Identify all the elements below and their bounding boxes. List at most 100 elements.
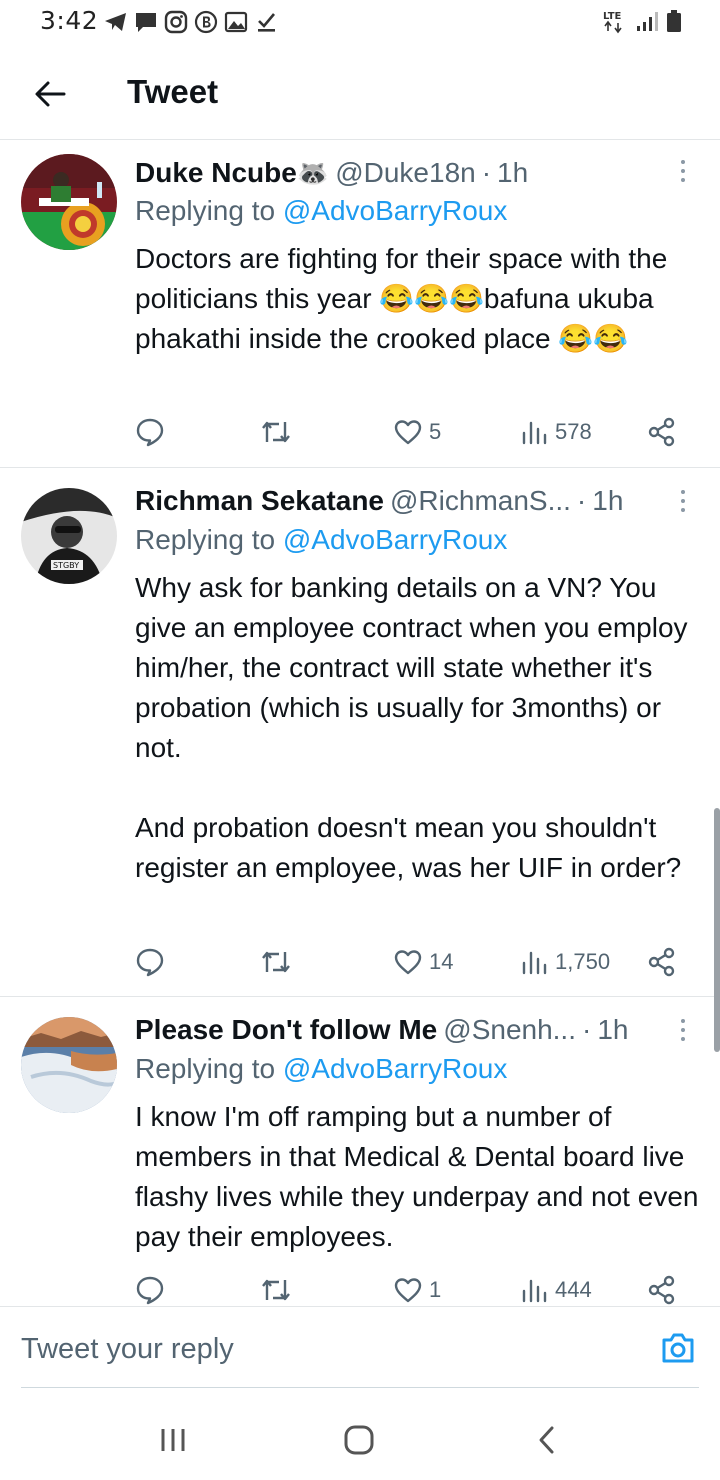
separator-dot: · [481,157,492,188]
download-done-icon [258,13,275,32]
views-button[interactable]: 444 [521,1270,592,1306]
view-count: 578 [555,419,592,444]
home-button[interactable] [339,1420,379,1460]
system-back-button[interactable] [527,1420,567,1460]
share-button[interactable] [647,412,677,452]
lte-icon: LTE [603,11,622,34]
replying-to-label: Replying to [135,524,283,555]
author-name[interactable]: Richman Sekatane [135,485,384,517]
system-indicators: LTE [602,8,682,34]
retweet-button[interactable] [259,1270,293,1306]
avatar[interactable] [21,1017,117,1113]
author-name[interactable]: Duke Ncube [135,157,297,189]
replying-to-label: Replying to [135,1053,283,1084]
more-button[interactable] [668,1015,698,1045]
separator-dot: · [576,485,587,516]
like-button[interactable]: 5 [393,412,441,452]
like-button[interactable]: 14 [393,942,453,982]
recent-apps-button[interactable] [153,1420,193,1460]
tweet-item[interactable]: Please Don't follow Me @Snenh... · 1h Re… [0,997,720,1306]
like-count: 5 [429,419,442,444]
retweet-button[interactable] [259,412,293,452]
reply-button[interactable] [135,1270,165,1306]
reply-composer [0,1306,720,1388]
tweet-time: 1h [597,1014,629,1045]
tweet-item[interactable]: Duke Ncube 🦝 @Duke18n · 1h Replying to @… [0,140,720,468]
author-handle[interactable]: @Duke18n [335,157,476,189]
system-nav-bar [0,1400,720,1480]
raccoon-emoji: 🦝 [296,157,330,188]
comment-icon [136,418,164,447]
page-title: Tweet [127,73,219,110]
back-arrow-icon [35,81,66,107]
replying-to: Replying to @AdvoBarryRoux [135,195,507,227]
author-handle[interactable]: @RichmanS... [390,485,571,517]
avatar[interactable]: STGBY [21,488,117,584]
input-underline [21,1387,699,1388]
avatar-image: STGBY [21,488,117,584]
camera-icon [662,1333,694,1363]
comment-icon [136,948,164,977]
back-button[interactable] [30,74,70,114]
tweet-time: 1h [497,157,529,188]
tweet-text: I know I'm off ramping but a number of m… [135,1101,707,1252]
tweet-actions: 1 444 [135,1270,680,1306]
author-handle[interactable]: @Snenh... [443,1014,576,1046]
avatar-image [21,1017,117,1113]
tweet-header: Richman Sekatane @RichmanS... · 1h [135,481,680,521]
reply-button[interactable] [135,412,165,452]
more-icon [681,160,685,164]
more-button[interactable] [668,486,698,516]
camera-button[interactable] [660,1331,696,1365]
home-icon [344,1425,374,1455]
retweet-button[interactable] [259,942,293,982]
tweet-actions: 5 578 [135,412,680,452]
views-button[interactable]: 1,750 [521,942,610,982]
retweet-icon [262,1279,290,1301]
mention-link[interactable]: @AdvoBarryRoux [283,524,508,555]
heart-icon [394,420,422,445]
mention-link[interactable]: @AdvoBarryRoux [283,1053,508,1084]
retweet-icon [262,421,290,443]
top-app-bar: Tweet [0,48,720,140]
views-icon [522,1279,547,1303]
reply-input[interactable] [21,1329,621,1369]
more-button[interactable] [668,156,698,186]
reply-button[interactable] [135,942,165,982]
chat-icon [136,13,156,32]
more-icon [681,1019,685,1023]
share-button[interactable] [647,942,677,982]
mention-link[interactable]: @AdvoBarryRoux [283,195,508,226]
avatar[interactable] [21,154,117,250]
replying-to-label: Replying to [135,195,283,226]
chevron-left-icon [539,1426,554,1454]
views-button[interactable]: 578 [521,412,592,452]
views-icon [522,951,547,975]
tweet-item[interactable]: STGBY Richman Sekatane @RichmanS... · 1h… [0,468,720,997]
b-badge-icon [194,10,218,34]
replying-to: Replying to @AdvoBarryRoux [135,1053,507,1085]
heart-icon [394,950,422,975]
heart-icon [394,1278,422,1303]
signal-icon [637,12,658,31]
like-button[interactable]: 1 [393,1270,441,1306]
tweet-header: Please Don't follow Me @Snenh... · 1h [135,1010,680,1050]
tweet-time: 1h [592,485,624,516]
share-icon [648,947,675,977]
scrollbar[interactable] [714,808,720,1052]
share-icon [648,1275,675,1305]
tweet-text: Why ask for banking details on a VN? You… [135,572,688,883]
view-count: 444 [555,1277,592,1302]
battery-icon [667,10,681,32]
author-name[interactable]: Please Don't follow Me [135,1014,437,1046]
tweet-actions: 14 1,750 [135,942,680,982]
status-time: 3:42 [40,6,99,35]
separator-dot: · [582,1014,592,1045]
recent-apps-icon [161,1429,185,1451]
notification-icons [104,10,278,34]
avatar-image [21,154,117,250]
comment-icon [136,1276,164,1305]
share-button[interactable] [647,1270,677,1306]
status-bar: 3:42 LTE [0,0,720,48]
gallery-icon [224,11,248,33]
